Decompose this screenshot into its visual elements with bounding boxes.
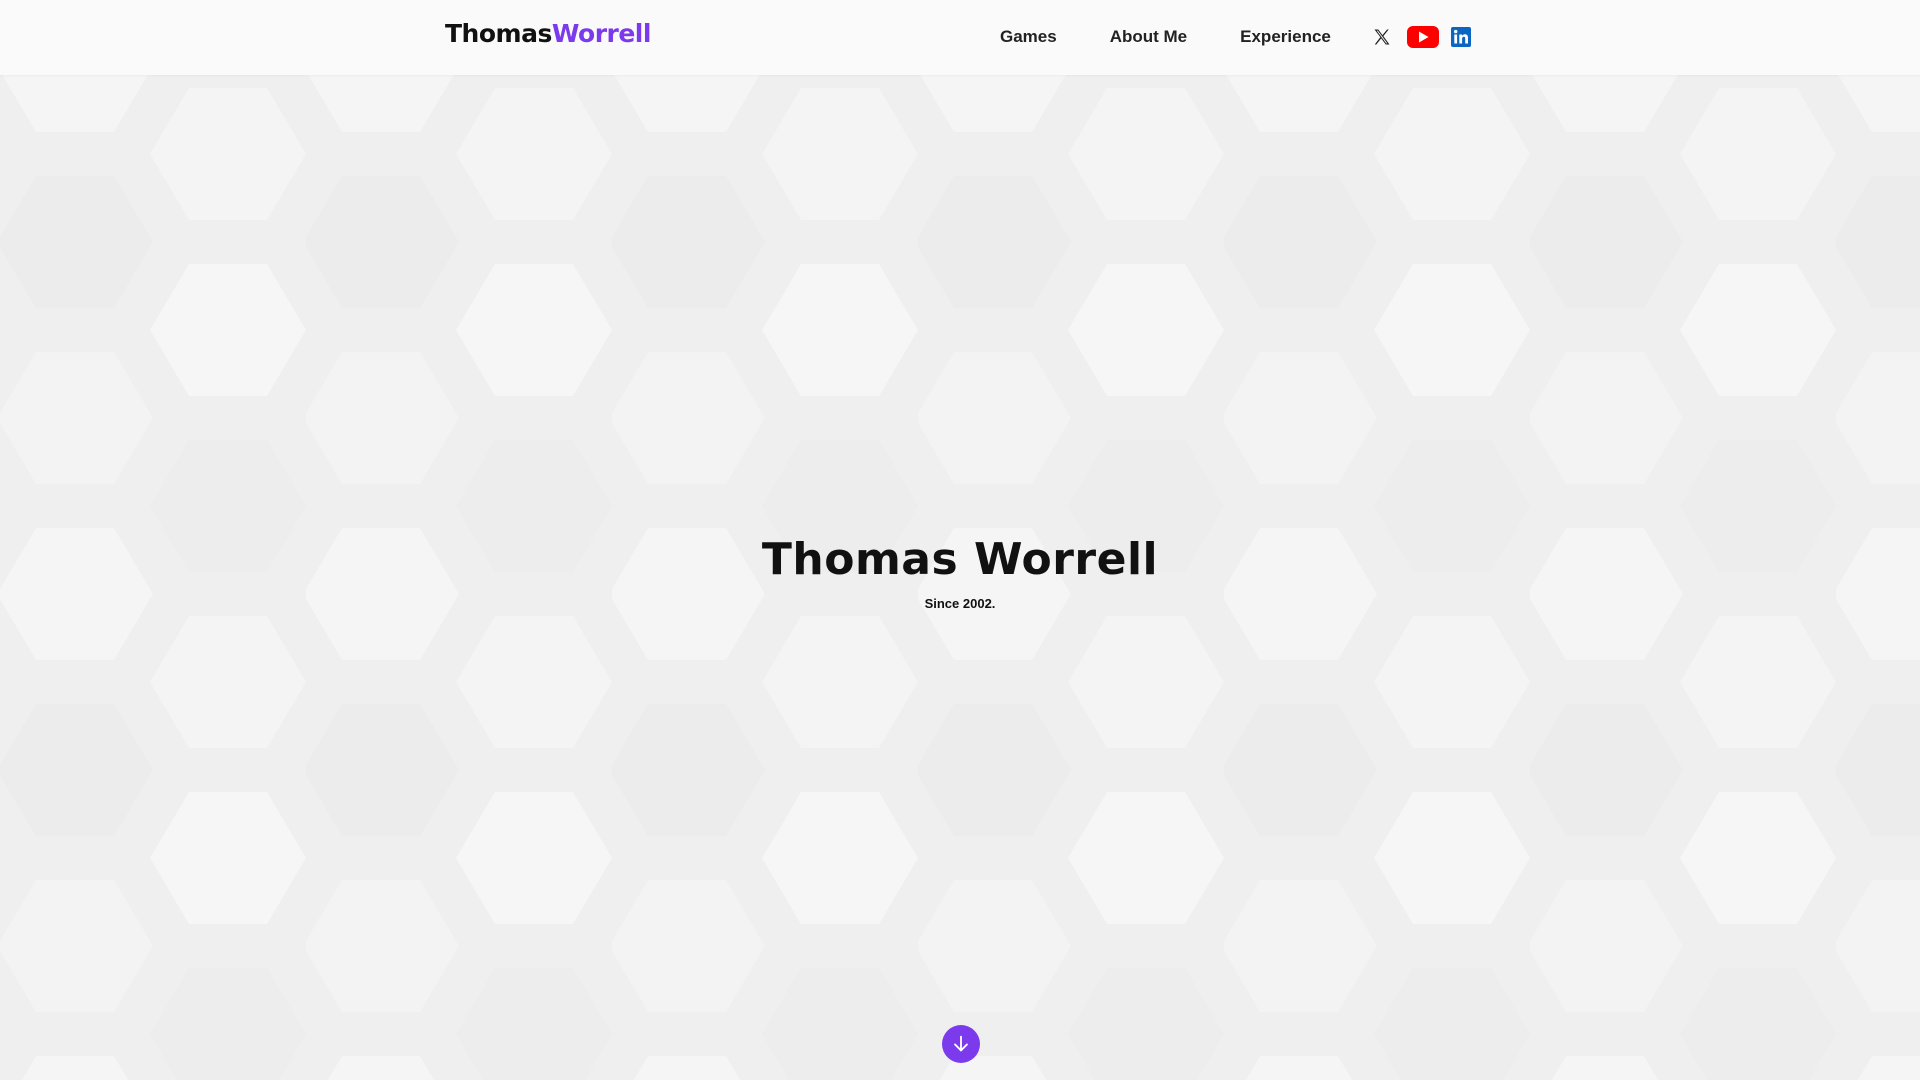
nav-links: Games About Me Experience xyxy=(1000,24,1471,50)
social-links xyxy=(1371,26,1471,48)
youtube-icon[interactable] xyxy=(1406,26,1439,48)
nav-games-link[interactable]: Games xyxy=(1000,24,1057,50)
nav-about-link[interactable]: About Me xyxy=(1110,24,1187,50)
logo-last-name: Worrell xyxy=(551,19,652,48)
x-icon[interactable] xyxy=(1371,26,1393,48)
scroll-down-button[interactable] xyxy=(942,1025,980,1063)
hero-section: Thomas Worrell Since 2002. xyxy=(0,530,1920,611)
arrow-down-icon xyxy=(954,1035,968,1052)
top-navbar: ThomasWorrell Games About Me Experience xyxy=(0,0,1920,75)
site-logo[interactable]: ThomasWorrell xyxy=(445,18,651,50)
nav-experience-link[interactable]: Experience xyxy=(1240,24,1331,50)
hero-subtitle: Since 2002. xyxy=(924,596,996,611)
logo-first-name: Thomas xyxy=(445,19,552,48)
linkedin-icon[interactable] xyxy=(1450,27,1471,47)
hero-title: Thomas Worrell xyxy=(761,534,1159,585)
page: ThomasWorrell Games About Me Experience xyxy=(0,0,1920,1080)
